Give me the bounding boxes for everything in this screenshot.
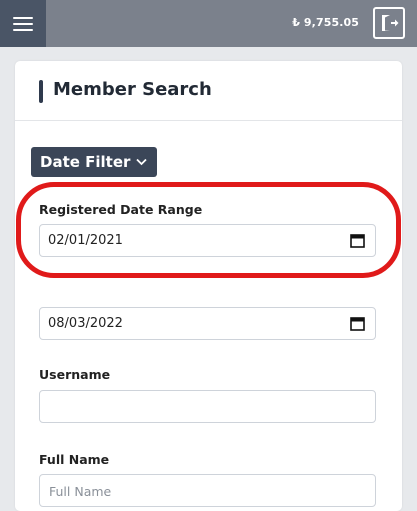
username-label: Username (39, 367, 111, 382)
end-date-input[interactable]: 08/03/2022 (39, 307, 376, 340)
balance-amount: ₺ 9,755.05 (292, 16, 359, 29)
username-input[interactable] (39, 390, 376, 423)
card-header: Member Search (15, 61, 402, 121)
calendar-icon[interactable] (350, 316, 365, 331)
title-accent-bar (39, 80, 43, 103)
full-name-placeholder: Full Name (49, 484, 112, 499)
full-name-input[interactable]: Full Name (39, 474, 376, 507)
menu-button[interactable] (0, 0, 46, 47)
start-date-value: 02/01/2021 (48, 233, 123, 248)
date-filter-button[interactable]: Date Filter (31, 147, 158, 177)
date-filter-label: Date Filter (40, 153, 131, 171)
top-bar: ₺ 9,755.05 (0, 0, 417, 47)
page-title: Member Search (53, 79, 212, 100)
member-search-card: Member Search Date Filter Registered Dat… (15, 61, 402, 511)
start-date-input[interactable]: 02/01/2021 (39, 224, 376, 257)
end-date-value: 08/03/2022 (48, 316, 123, 331)
calendar-icon[interactable] (350, 233, 365, 248)
full-name-label: Full Name (39, 452, 110, 467)
registered-date-range-label: Registered Date Range (39, 202, 203, 217)
logout-button[interactable] (373, 7, 405, 39)
hamburger-icon (13, 16, 33, 31)
logout-icon (382, 15, 399, 31)
chevron-down-icon (136, 158, 148, 166)
